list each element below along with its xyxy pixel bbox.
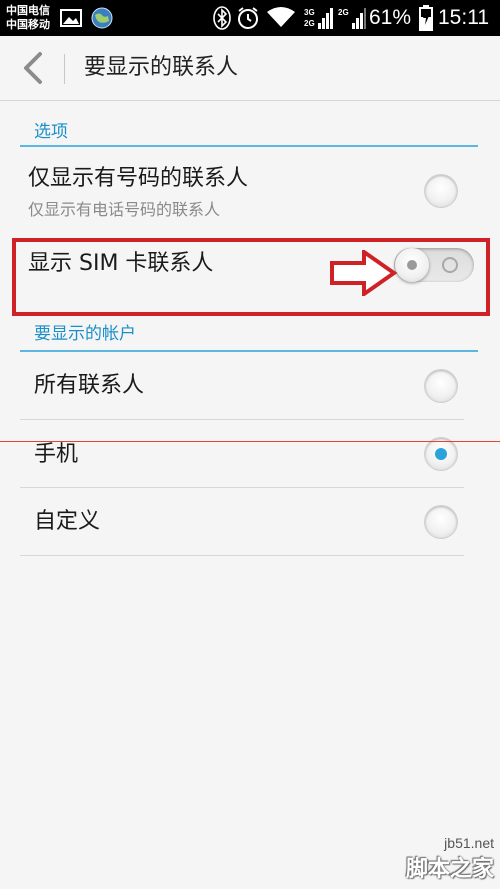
watermark-url: jb51.net xyxy=(444,835,494,851)
section-divider xyxy=(20,350,478,352)
phone-radio[interactable] xyxy=(425,438,457,470)
page-title: 要显示的联系人 xyxy=(84,55,239,80)
numbers-only-radio[interactable] xyxy=(425,175,457,207)
carrier-2: 中国移动 xyxy=(6,18,50,31)
section-header-accounts: 要显示的帐户 xyxy=(34,324,136,344)
status-bar: 中国电信 中国移动 3G 2G 2G 61% 15:11 xyxy=(0,0,500,36)
sim1-network-type: 3G xyxy=(304,8,315,17)
bluetooth-icon xyxy=(212,6,232,34)
signal-icon xyxy=(318,7,334,33)
watermark: jb51.net 脚本之家 xyxy=(406,835,494,883)
account-label: 所有联系人 xyxy=(34,373,145,398)
option-sublabel: 仅显示有电话号码的联系人 xyxy=(28,200,221,219)
carrier-1: 中国电信 xyxy=(6,4,50,17)
section-divider xyxy=(20,145,478,147)
row-divider xyxy=(20,487,464,488)
all-contacts-radio[interactable] xyxy=(425,370,457,402)
clock: 15:11 xyxy=(438,6,489,29)
carrier-labels: 中国电信 中国移动 xyxy=(6,4,50,32)
custom-radio[interactable] xyxy=(425,506,457,538)
section-header-options: 选项 xyxy=(34,122,68,142)
row-divider xyxy=(20,419,464,420)
battery-percent: 61% xyxy=(369,6,412,29)
image-icon xyxy=(60,9,82,31)
action-bar: 要显示的联系人 xyxy=(0,36,500,101)
option-label: 仅显示有号码的联系人 xyxy=(28,166,249,191)
highlight-box xyxy=(12,238,490,316)
account-label: 自定义 xyxy=(34,509,101,534)
watermark-name: 脚本之家 xyxy=(405,857,494,882)
action-bar-divider xyxy=(64,54,65,84)
radio-selected-dot xyxy=(435,448,447,460)
battery-charging-icon xyxy=(419,5,433,35)
wifi-icon xyxy=(266,6,296,32)
annotation-line xyxy=(0,441,500,442)
sim2-network-type: 2G xyxy=(338,8,349,17)
globe-icon xyxy=(90,6,114,34)
signal-icon-2 xyxy=(352,7,366,33)
alarm-icon xyxy=(236,6,260,34)
chevron-left-icon[interactable] xyxy=(18,50,50,86)
sim1-network-type-2: 2G xyxy=(304,19,315,28)
account-label: 手机 xyxy=(34,442,79,467)
row-divider xyxy=(20,555,464,556)
